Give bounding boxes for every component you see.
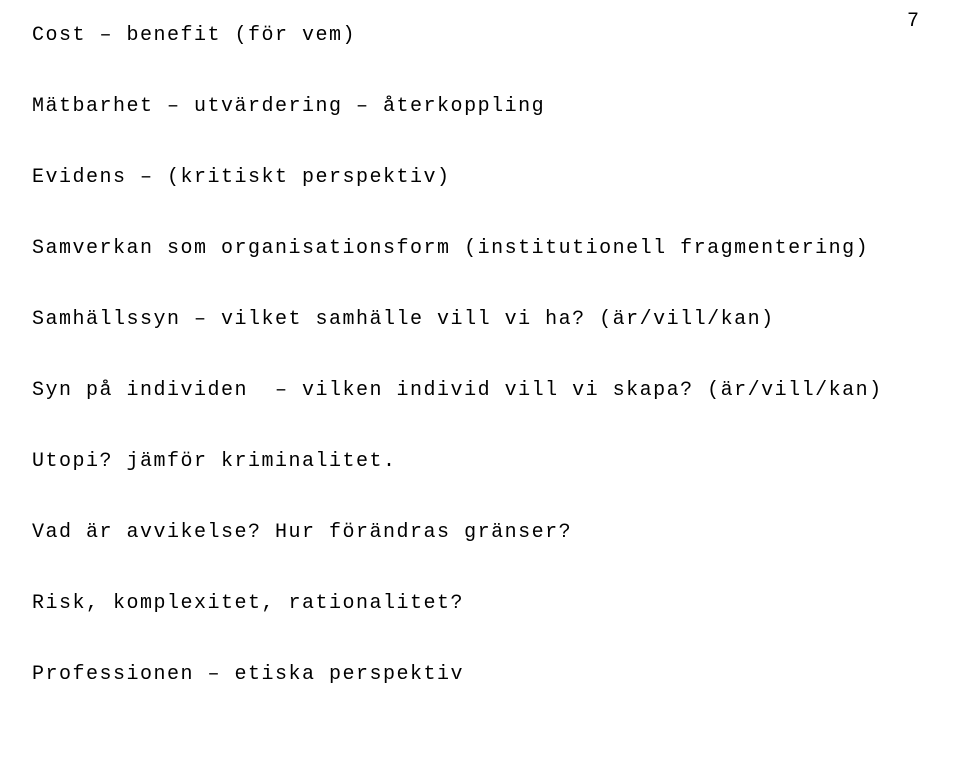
text-line: Vad är avvikelse? Hur förändras gränser? (32, 521, 900, 545)
text-line: Utopi? jämför kriminalitet. (32, 450, 900, 474)
text-line: Mätbarhet – utvärdering – återkoppling (32, 95, 900, 119)
text-line: Syn på individen – vilken individ vill v… (32, 379, 900, 403)
text-line: Cost – benefit (för vem) (32, 24, 900, 48)
text-line: Samverkan som organisationsform (institu… (32, 237, 900, 261)
document-page: 7 Cost – benefit (för vem) Mätbarhet – u… (0, 0, 960, 770)
text-line: Risk, komplexitet, rationalitet? (32, 592, 900, 616)
text-line: Evidens – (kritiskt perspektiv) (32, 166, 900, 190)
page-number: 7 (907, 10, 920, 33)
text-line: Professionen – etiska perspektiv (32, 663, 900, 687)
text-line: Samhällssyn – vilket samhälle vill vi ha… (32, 308, 900, 332)
